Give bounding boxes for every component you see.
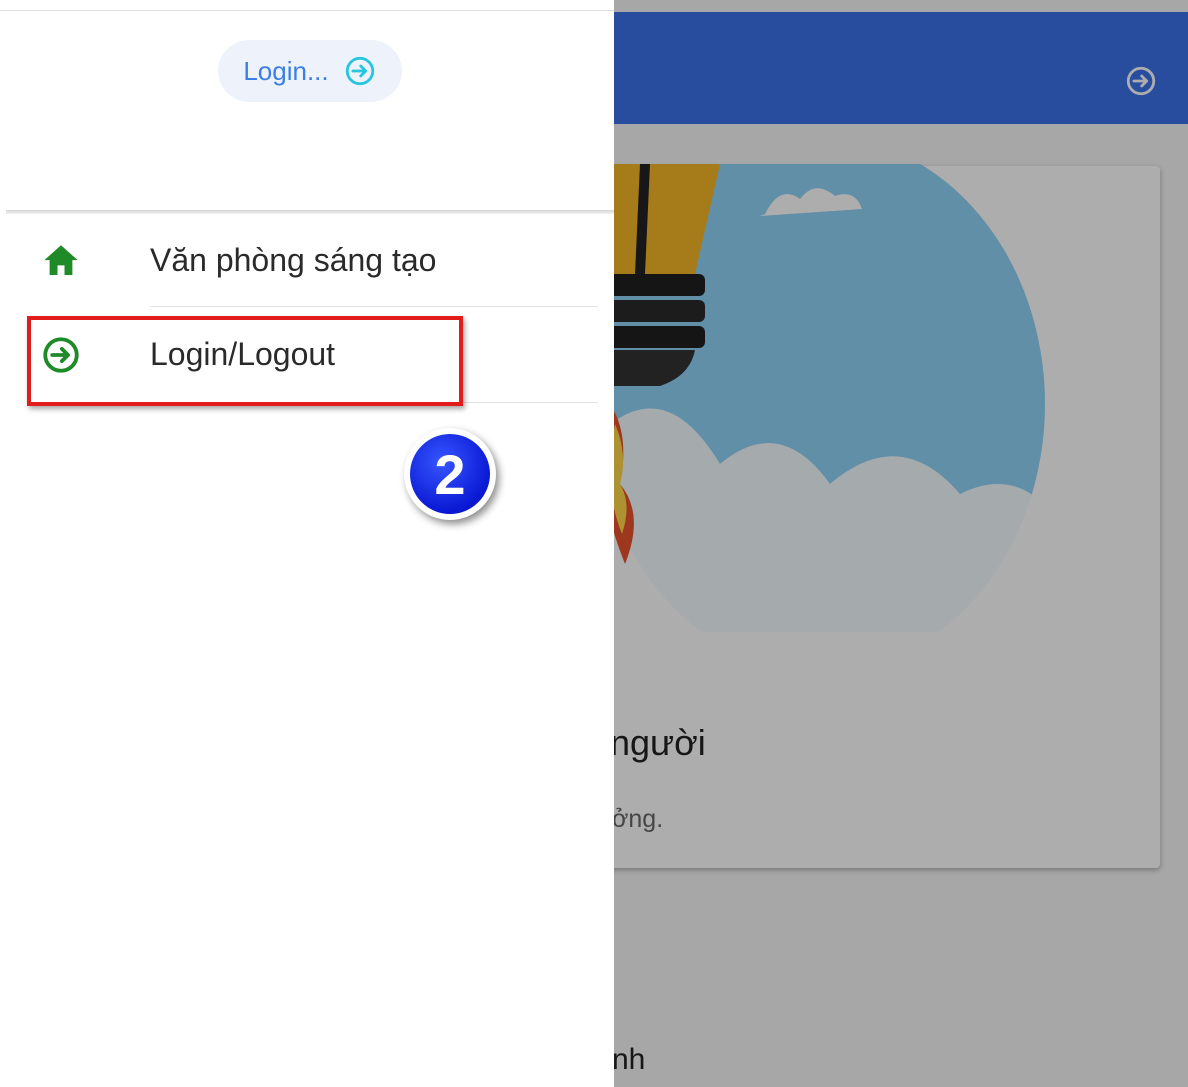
login-chip-label: Login...	[243, 55, 329, 86]
navigation-drawer: Login... Văn phòng sáng tạo Login/Logout	[0, 0, 614, 1087]
step-number: 2	[410, 434, 490, 514]
home-icon	[44, 245, 78, 275]
login-circle-arrow-icon	[345, 56, 374, 86]
menu-item-home[interactable]: Văn phòng sáng tạo	[0, 214, 614, 308]
step-number-badge: 2	[404, 428, 496, 520]
login-chip-button[interactable]: Login...	[218, 40, 402, 102]
drawer-top-border	[0, 10, 614, 11]
menu-item-home-label: Văn phòng sáng tạo	[150, 242, 437, 278]
menu-divider	[150, 306, 598, 307]
highlight-box	[27, 316, 463, 406]
